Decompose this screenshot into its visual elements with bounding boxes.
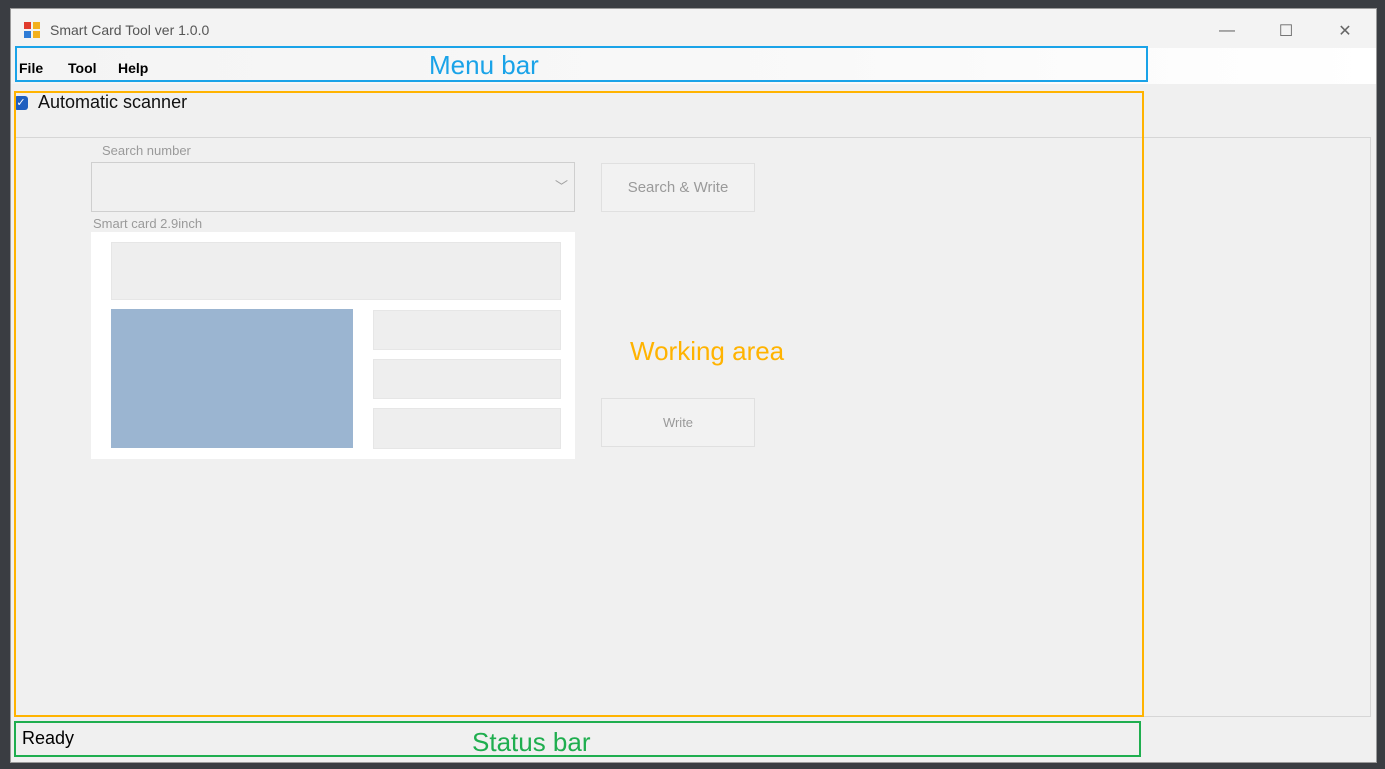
card-field-1 <box>373 310 561 350</box>
menu-bar-annotation-label: Menu bar <box>429 50 539 80</box>
menu-help[interactable]: Help <box>118 60 148 76</box>
automatic-scanner-option[interactable]: ✓ Automatic scanner <box>14 92 187 113</box>
card-photo-placeholder <box>111 309 353 448</box>
write-button[interactable]: Write <box>601 398 755 447</box>
status-bar-annotation-label: Status bar <box>472 727 591 757</box>
search-number-combobox[interactable]: ﹀ <box>91 162 575 212</box>
title-bar <box>11 9 1376 49</box>
menu-tool[interactable]: Tool <box>68 60 97 76</box>
automatic-scanner-label: Automatic scanner <box>38 92 188 112</box>
chevron-down-icon[interactable]: ﹀ <box>555 176 568 195</box>
status-text: Ready <box>22 728 75 748</box>
window-title: Smart Card Tool ver 1.0.0 <box>50 22 210 38</box>
card-field-3 <box>373 408 561 449</box>
maximize-button[interactable]: ☐ <box>1264 16 1308 46</box>
minimize-button[interactable]: — <box>1205 16 1249 46</box>
app-icon <box>24 22 40 38</box>
smart-card-label: Smart card 2.9inch <box>93 216 203 231</box>
search-write-button[interactable]: Search & Write <box>601 163 755 212</box>
search-number-label: Search number <box>102 143 191 158</box>
menu-file[interactable]: File <box>19 60 43 76</box>
close-button[interactable]: ✕ <box>1323 16 1367 46</box>
automatic-scanner-checkbox[interactable]: ✓ <box>14 95 28 110</box>
card-header-field <box>111 242 561 300</box>
working-area-annotation-label: Working area <box>630 336 785 366</box>
menu-bar <box>11 48 1376 84</box>
card-field-2 <box>373 359 561 399</box>
